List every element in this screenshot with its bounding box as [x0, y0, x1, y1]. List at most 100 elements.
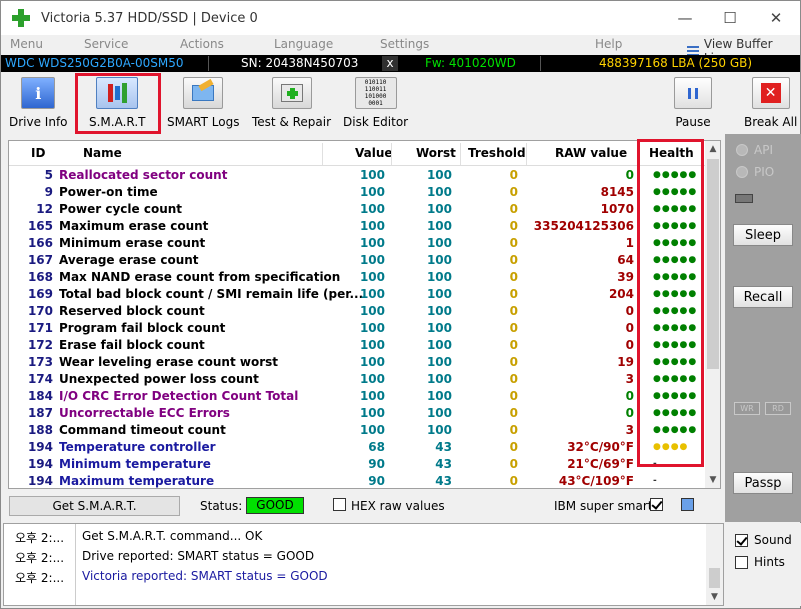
attr-threshold: 0 [509, 287, 518, 301]
table-row[interactable]: 194 Minimum temperature 90 43 0 21°C/69°F - [9, 456, 705, 473]
passp-button[interactable]: Passp [733, 472, 793, 494]
pio-label: PIO [754, 165, 775, 179]
drive-info-button[interactable]: i Drive Info [9, 77, 68, 129]
hex-raw-checkbox[interactable] [333, 498, 346, 511]
menu-menu[interactable]: Menu [10, 37, 43, 51]
get-smart-button[interactable]: Get S.M.A.R.T. [9, 496, 180, 516]
test-repair-button[interactable]: Test & Repair [252, 77, 331, 129]
break-all-button[interactable]: ✕ Break All [744, 77, 797, 129]
rd-button[interactable]: RD [765, 402, 791, 415]
attr-health: ●●●●● [653, 255, 698, 265]
sound-checkbox[interactable] [735, 533, 748, 547]
table-row[interactable]: 9 Power-on time 100 100 0 8145 ●●●●● [9, 184, 705, 201]
log-entry: 오후 2:... Drive reported: SMART status = G… [4, 547, 704, 567]
attr-id: 12 [36, 202, 53, 216]
attr-id: 5 [44, 168, 53, 182]
table-row[interactable]: 169 Total bad block count / SMI remain li… [9, 286, 705, 303]
recall-button[interactable]: Recall [733, 286, 793, 308]
table-row[interactable]: 166 Minimum erase count 100 100 0 1 ●●●●● [9, 235, 705, 252]
attr-id: 166 [27, 236, 53, 250]
hints-option[interactable]: Hints [735, 555, 785, 569]
attr-value: 100 [359, 219, 385, 233]
attr-worst: 100 [426, 304, 452, 318]
table-row[interactable]: 12 Power cycle count 100 100 0 1070 ●●●●● [9, 201, 705, 218]
ibm-color-swatch[interactable] [681, 498, 694, 511]
col-name[interactable]: Name [83, 146, 122, 160]
attr-worst: 100 [426, 321, 452, 335]
menu-help[interactable]: Help [595, 37, 622, 51]
table-row[interactable]: 167 Average erase count 100 100 0 64 ●●●●● [9, 252, 705, 269]
attr-worst: 100 [426, 270, 452, 284]
attr-raw: 0 [625, 338, 634, 352]
menu-language[interactable]: Language [274, 37, 333, 51]
disk-editor-label: Disk Editor [343, 115, 409, 129]
attr-threshold: 0 [509, 338, 518, 352]
log-scrollbar[interactable]: ▼ [706, 524, 723, 605]
table-row[interactable]: 184 I/O CRC Error Detection Count Total 10… [9, 388, 705, 405]
attr-health: ●●●●● [653, 340, 698, 350]
attr-value: 100 [359, 321, 385, 335]
attr-name: Temperature controller [59, 440, 216, 454]
table-row[interactable]: 171 Program fail block count 100 100 0 0 ●●●●● [9, 320, 705, 337]
log-entry: 오후 2:... Get S.M.A.R.T. command... OK [4, 527, 704, 547]
attr-threshold: 0 [509, 406, 518, 420]
attr-value: 90 [368, 457, 385, 471]
attr-worst: 100 [426, 185, 452, 199]
attr-threshold: 0 [509, 253, 518, 267]
attr-threshold: 0 [509, 474, 518, 488]
table-row[interactable]: 5 Reallocated sector count 100 100 0 0 ●●●●● [9, 167, 705, 184]
smart-logs-button[interactable]: SMART Logs [167, 77, 239, 129]
hints-checkbox[interactable] [735, 555, 748, 569]
attr-health: ●●●●● [653, 221, 698, 231]
attr-raw: 335204125306 [533, 219, 634, 233]
table-row[interactable]: 173 Wear leveling erase count worst 100 100… [9, 354, 705, 371]
status-good-badge: GOOD [246, 497, 304, 514]
attr-value: 100 [359, 253, 385, 267]
scroll-up-icon[interactable]: ▲ [705, 141, 720, 157]
table-row[interactable]: 187 Uncorrectable ECC Errors 100 100 0 0 ●●●●● [9, 405, 705, 422]
scroll-thumb[interactable] [707, 159, 719, 369]
infobar-close-button[interactable]: x [382, 56, 398, 71]
col-raw[interactable]: RAW value [555, 146, 627, 160]
ibm-super-smart-checkbox[interactable] [650, 498, 663, 511]
smart-button[interactable]: S.M.A.R.T [89, 77, 145, 129]
folder-pencil-icon [183, 77, 224, 109]
attr-threshold: 0 [509, 372, 518, 386]
maximize-button[interactable]: ☐ [707, 1, 753, 35]
col-id[interactable]: ID [31, 146, 45, 160]
log-scroll-thumb[interactable] [709, 568, 720, 588]
stop-x-icon: ✕ [751, 77, 790, 109]
sound-option[interactable]: Sound [735, 533, 792, 547]
menu-actions[interactable]: Actions [180, 37, 224, 51]
scroll-down-icon[interactable]: ▼ [705, 472, 720, 488]
table-row[interactable]: 194 Maximum temperature 90 43 0 43°C/109°F - [9, 473, 705, 488]
table-row[interactable]: 165 Maximum erase count 100 100 0 33520412530… [9, 218, 705, 235]
table-row[interactable]: 170 Reserved block count 100 100 0 0 ●●●●● [9, 303, 705, 320]
col-threshold[interactable]: Treshold [468, 146, 526, 160]
table-row[interactable]: 194 Temperature controller 68 43 0 32°C/90°F ●… [9, 439, 705, 456]
col-worst[interactable]: Worst [416, 146, 456, 160]
log-scroll-down-icon[interactable]: ▼ [706, 590, 723, 604]
table-scrollbar[interactable]: ▲ ▼ [705, 141, 720, 488]
wr-button[interactable]: WR [734, 402, 760, 415]
menu-service[interactable]: Service [84, 37, 128, 51]
menu-settings[interactable]: Settings [380, 37, 429, 51]
hex-raw-label: HEX raw values [351, 499, 445, 513]
api-radio[interactable]: API [736, 143, 773, 157]
table-row[interactable]: 168 Max NAND erase count from specificati… [9, 269, 705, 286]
log-time: 오후 2:... [15, 571, 65, 585]
col-health[interactable]: Health [649, 146, 694, 160]
attr-threshold: 0 [509, 304, 518, 318]
table-row[interactable]: 188 Command timeout count 100 100 0 3 ●●●●● [9, 422, 705, 439]
sleep-button[interactable]: Sleep [733, 224, 793, 246]
disk-editor-button[interactable]: 010110 110011 101000 0001 Disk Editor [343, 77, 408, 129]
attr-worst: 100 [426, 338, 452, 352]
attr-threshold: 0 [509, 236, 518, 250]
minimize-button[interactable]: — [662, 1, 708, 35]
close-button[interactable]: ✕ [753, 1, 799, 35]
table-row[interactable]: 172 Erase fail block count 100 100 0 0 ●●●●● [9, 337, 705, 354]
pio-radio[interactable]: PIO [736, 165, 774, 179]
col-value[interactable]: Value [355, 146, 393, 160]
pause-button[interactable]: Pause [674, 77, 712, 129]
table-row[interactable]: 174 Unexpected power loss count 100 100 0 3 ●●… [9, 371, 705, 388]
